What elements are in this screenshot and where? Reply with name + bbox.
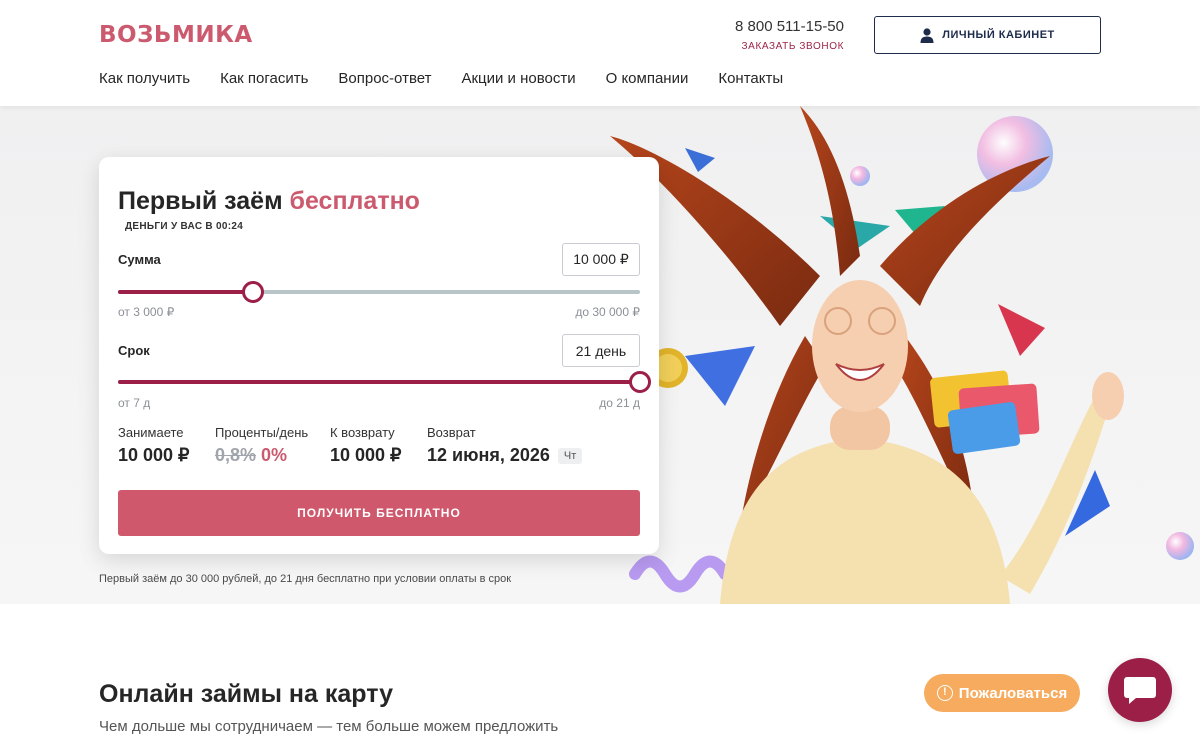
section-title: Онлайн займы на карту	[99, 680, 393, 708]
amount-slider-fill	[118, 290, 254, 294]
phone-number[interactable]: 8 800 511-15-50	[700, 18, 844, 35]
nav-item-about[interactable]: О компании	[606, 70, 689, 87]
amount-min-label: от 3 000 ₽	[118, 305, 175, 319]
calculator-title-main: Первый заём	[118, 187, 283, 215]
rate-label: Проценты/день	[215, 425, 309, 440]
site-header: ВОЗЬМИКА 8 800 511-15-50 ЗАКАЗАТЬ ЗВОНОК…	[0, 0, 1200, 106]
chat-bubble-icon	[1124, 677, 1156, 704]
nav-item-contacts[interactable]: Контакты	[718, 70, 783, 87]
nav-item-promotions[interactable]: Акции и новости	[461, 70, 575, 87]
get-free-loan-button[interactable]: ПОЛУЧИТЬ БЕСПЛАТНО	[118, 490, 640, 536]
rate-value: 0,8% 0%	[215, 445, 330, 466]
loan-summary: Занимаете 10 000 ₽ Проценты/день 0,8% 0%…	[118, 425, 583, 466]
summary-return: Возврат 12 июня, 2026 Чт	[427, 425, 583, 466]
term-label: Срок	[118, 343, 150, 358]
summary-repay: К возврату 10 000 ₽	[330, 425, 427, 466]
callback-link[interactable]: ЗАКАЗАТЬ ЗВОНОК	[700, 41, 844, 52]
rate-old: 0,8%	[215, 445, 257, 465]
exclamation-icon: !	[936, 685, 953, 701]
complain-label: Пожаловаться	[958, 684, 1068, 702]
chat-button[interactable]	[1108, 658, 1172, 722]
term-input[interactable]: 21 день	[562, 334, 640, 367]
disclaimer-text: Первый заём до 30 000 рублей, до 21 дня …	[99, 573, 512, 585]
complain-button[interactable]: ! Пожаловаться	[924, 674, 1080, 712]
calculator-title-accent: бесплатно	[289, 187, 420, 215]
contact-block: 8 800 511-15-50 ЗАКАЗАТЬ ЗВОНОК	[700, 18, 844, 52]
user-icon	[920, 27, 934, 43]
amount-input[interactable]: 10 000 ₽	[562, 243, 640, 276]
personal-cabinet-label: ЛИЧНЫЙ КАБИНЕТ	[942, 29, 1055, 41]
money-time-subtitle: ДЕНЬГИ У ВАС В 00:24	[125, 221, 244, 232]
hero-illustration	[610, 106, 1194, 604]
personal-cabinet-button[interactable]: ЛИЧНЫЙ КАБИНЕТ	[874, 16, 1101, 54]
return-weekday-badge: Чт	[557, 448, 583, 465]
section-subtitle: Чем дольше мы сотрудничаем — тем больше …	[99, 718, 559, 735]
return-value: 12 июня, 2026 Чт	[427, 445, 583, 466]
term-min-label: от 7 д	[118, 396, 151, 410]
rate-new: 0%	[261, 445, 288, 465]
borrow-value: 10 000 ₽	[118, 445, 190, 465]
summary-borrow: Занимаете 10 000 ₽	[118, 425, 215, 466]
repay-value: 10 000 ₽	[330, 445, 402, 465]
return-date: 12 июня, 2026	[427, 445, 550, 465]
loan-calculator: Первый заём бесплатно ДЕНЬГИ У ВАС В 00:…	[99, 157, 659, 554]
term-max-label: до 21 д	[599, 396, 640, 410]
calculator-title: Первый заём бесплатно	[118, 187, 420, 216]
nav-item-faq[interactable]: Вопрос-ответ	[338, 70, 431, 87]
nav-item-how-to-repay[interactable]: Как погасить	[220, 70, 308, 87]
amount-slider-thumb[interactable]	[242, 281, 265, 303]
term-slider-thumb[interactable]	[629, 371, 651, 393]
amount-slider[interactable]	[118, 281, 640, 303]
main-nav: Как получить Как погасить Вопрос-ответ А…	[99, 70, 783, 87]
return-label: Возврат	[427, 425, 476, 440]
borrow-label: Занимаете	[118, 425, 184, 440]
logo[interactable]: ВОЗЬМИКА	[99, 22, 253, 48]
amount-max-label: до 30 000 ₽	[575, 305, 640, 319]
repay-label: К возврату	[330, 425, 395, 440]
term-slider-fill	[118, 380, 640, 384]
summary-rate: Проценты/день 0,8% 0%	[215, 425, 330, 466]
term-slider[interactable]	[118, 371, 651, 393]
nav-item-how-to-get[interactable]: Как получить	[99, 70, 190, 87]
amount-label: Сумма	[118, 252, 161, 267]
